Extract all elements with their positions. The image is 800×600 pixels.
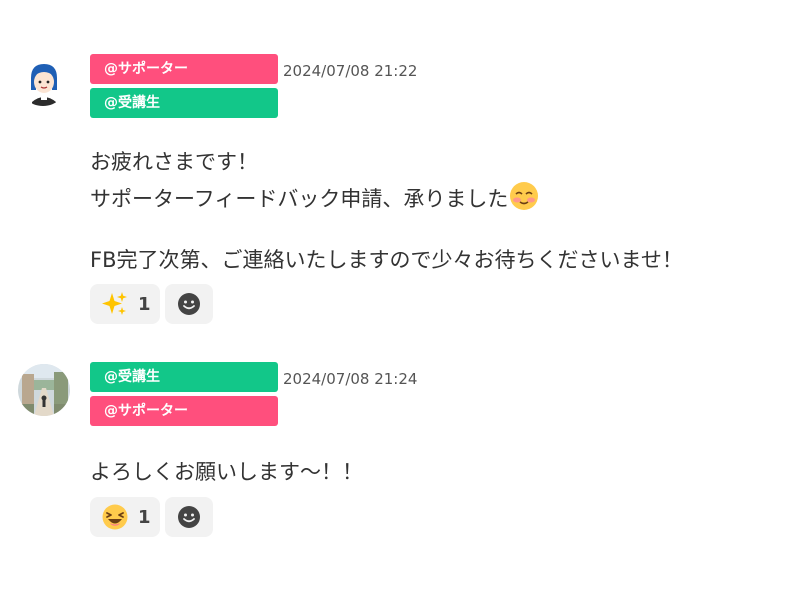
relieved-face-icon <box>508 180 540 220</box>
laughing-face-icon <box>100 502 130 532</box>
add-reaction-button[interactable] <box>165 497 213 537</box>
add-reaction-button[interactable] <box>165 284 213 324</box>
message-text-line-2: サポーターフィードバック申請、承りました <box>90 180 540 220</box>
message-text-line-2-text: サポーターフィードバック申請、承りました <box>90 187 509 211</box>
smiley-add-icon <box>178 293 200 315</box>
message-text-line-1: お疲れさまです！ <box>90 150 258 174</box>
reaction-laughing[interactable]: 1 <box>90 497 160 537</box>
smiley-add-icon <box>178 506 200 528</box>
avatar[interactable] <box>18 56 68 106</box>
reaction-count: 1 <box>138 293 151 315</box>
tag-supporter[interactable]: @サポーター <box>90 396 278 426</box>
reaction-sparkles[interactable]: 1 <box>90 284 160 324</box>
tag-student[interactable]: @受講生 <box>90 362 278 392</box>
message-text-line-1: よろしくお願いします〜！！ <box>90 460 363 484</box>
timestamp: 2024/07/08 21:24 <box>283 370 418 388</box>
reaction-count: 1 <box>138 506 151 528</box>
avatar[interactable] <box>18 364 70 416</box>
sparkles-icon <box>100 289 130 319</box>
tag-student[interactable]: @受講生 <box>90 88 278 118</box>
tag-supporter[interactable]: @サポーター <box>90 54 278 84</box>
message-text-line-3: FB完了次第、ご連絡いたしますので少々お待ちくださいませ！ <box>90 248 683 272</box>
timestamp: 2024/07/08 21:22 <box>283 62 418 80</box>
